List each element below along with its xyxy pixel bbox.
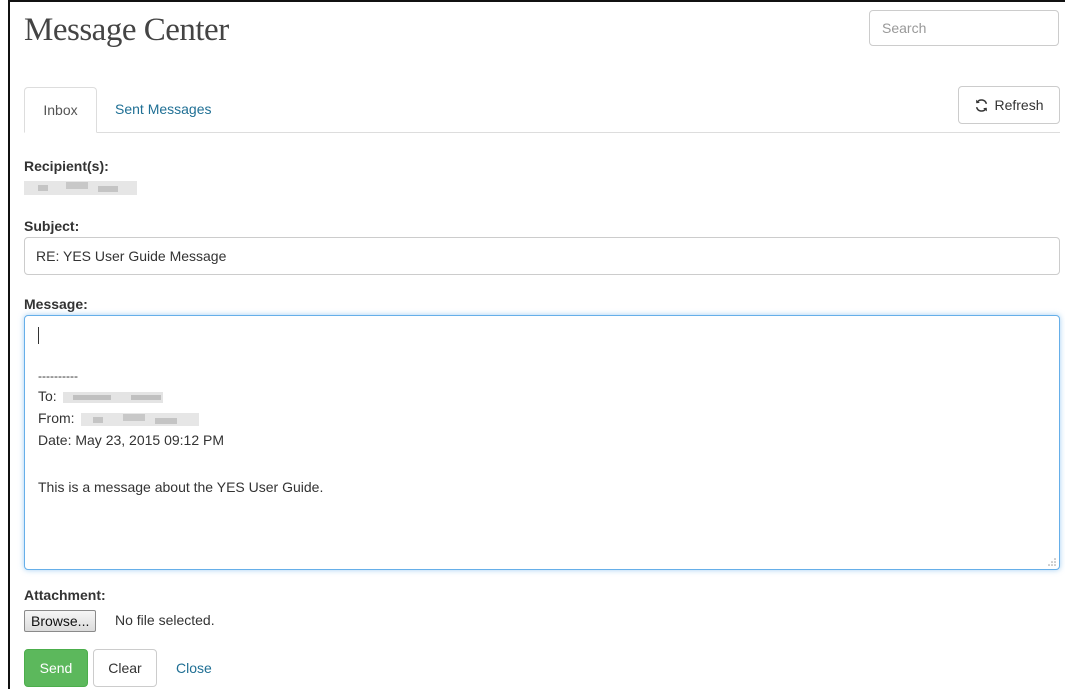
refresh-label: Refresh xyxy=(994,97,1044,113)
quoted-to-label: To: xyxy=(38,388,57,404)
subject-label: Subject: xyxy=(24,218,80,234)
message-body: This is a message about the YES User Gui… xyxy=(38,479,324,495)
quoted-from-label: From: xyxy=(38,410,75,426)
close-link[interactable]: Close xyxy=(176,660,212,676)
text-cursor xyxy=(38,327,39,344)
browse-button[interactable]: Browse... xyxy=(24,610,97,632)
attachment-label: Attachment: xyxy=(24,587,106,603)
subject-field[interactable]: RE: YES User Guide Message xyxy=(24,237,1060,275)
refresh-icon xyxy=(976,98,988,112)
message-label: Message: xyxy=(24,296,88,312)
quoted-date: Date: May 23, 2015 09:12 PM xyxy=(38,432,224,448)
file-status: No file selected. xyxy=(115,612,215,628)
message-textarea[interactable]: ---------- To: From: Date: May 23, 2015 … xyxy=(24,315,1060,570)
page-title: Message Center xyxy=(24,12,229,48)
search-input[interactable] xyxy=(869,10,1059,46)
clear-button[interactable]: Clear xyxy=(93,649,157,687)
quote-separator: ---------- xyxy=(38,369,78,383)
send-button[interactable]: Send xyxy=(24,649,88,687)
tab-inbox[interactable]: Inbox xyxy=(24,87,97,133)
tab-sent-messages[interactable]: Sent Messages xyxy=(100,87,227,133)
resize-grip-icon[interactable] xyxy=(1047,557,1056,566)
window-left-border xyxy=(8,0,10,689)
recipients-label: Recipient(s): xyxy=(24,158,109,174)
window-top-border xyxy=(8,0,1065,2)
refresh-button[interactable]: Refresh xyxy=(958,86,1060,124)
